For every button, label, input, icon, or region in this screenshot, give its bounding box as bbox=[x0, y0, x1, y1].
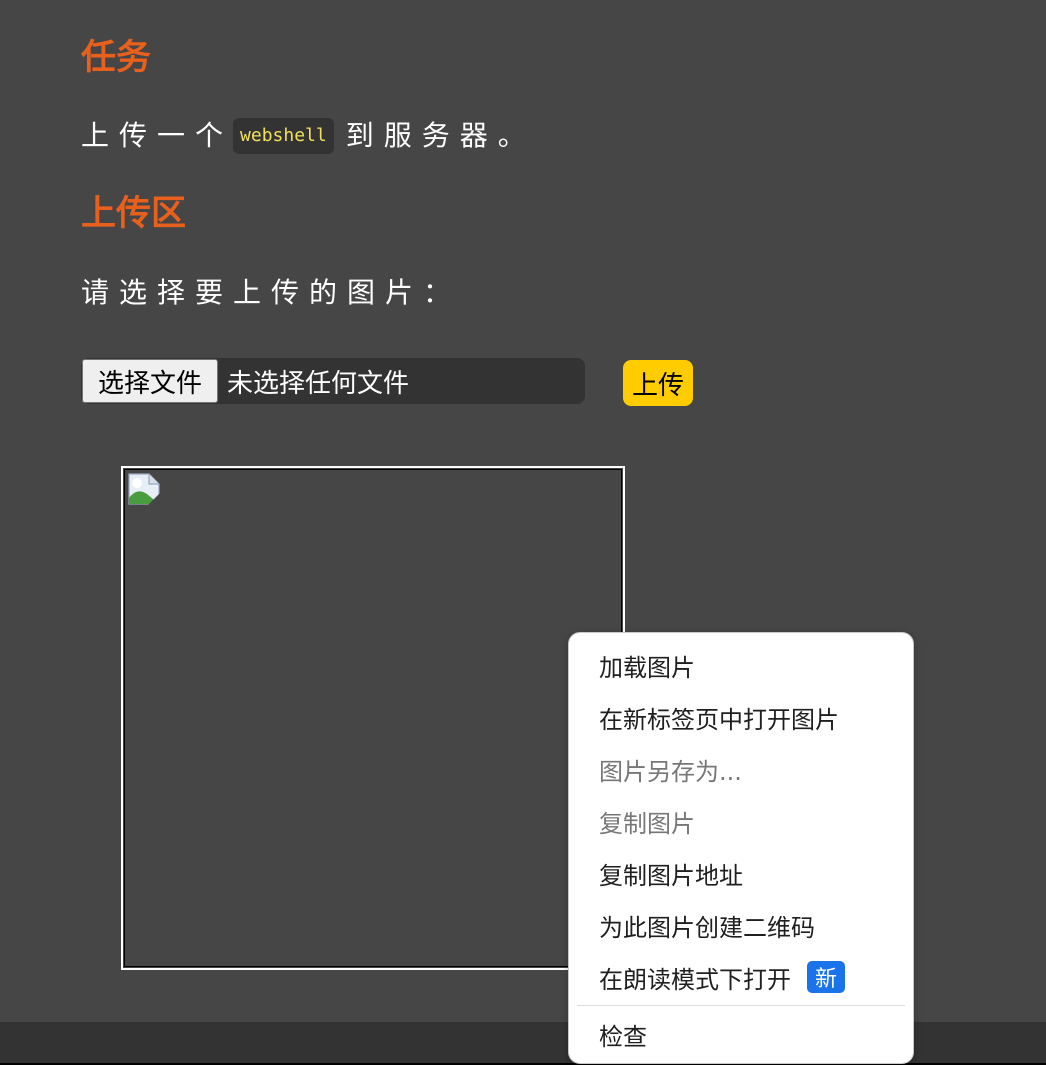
menu-item-open-reading-mode[interactable]: 在朗读模式下打开 新 bbox=[569, 951, 913, 1003]
menu-item-load-image[interactable]: 加载图片 bbox=[569, 639, 913, 691]
upload-heading: 上传区 bbox=[81, 194, 187, 234]
task-heading: 任务 bbox=[81, 38, 152, 78]
webshell-code: webshell bbox=[233, 118, 334, 154]
menu-item-label: 在新标签页中打开图片 bbox=[599, 705, 839, 734]
image-preview[interactable] bbox=[121, 466, 625, 970]
menu-item-inspect[interactable]: 检查 bbox=[569, 1008, 913, 1060]
menu-item-create-qr-code[interactable]: 为此图片创建二维码 bbox=[569, 899, 913, 951]
menu-separator bbox=[577, 1005, 905, 1006]
menu-item-save-image-as: 图片另存为... bbox=[569, 743, 913, 795]
broken-image-icon bbox=[128, 473, 161, 506]
menu-item-copy-image-address[interactable]: 复制图片地址 bbox=[569, 847, 913, 899]
menu-item-label: 在朗读模式下打开 bbox=[599, 965, 791, 994]
menu-item-copy-image: 复制图片 bbox=[569, 795, 913, 847]
menu-item-label: 为此图片创建二维码 bbox=[599, 913, 815, 942]
menu-item-label: 复制图片地址 bbox=[599, 861, 743, 890]
menu-item-label: 检查 bbox=[599, 1022, 647, 1051]
task-text-after: 到服务器。 bbox=[345, 119, 536, 152]
file-status-text: 未选择任何文件 bbox=[227, 368, 410, 399]
upload-prompt: 请选择要上传的图片： bbox=[81, 276, 462, 309]
menu-item-label: 加载图片 bbox=[599, 653, 695, 682]
menu-item-open-image-new-tab[interactable]: 在新标签页中打开图片 bbox=[569, 691, 913, 743]
task-description: 上传一个 webshell 到服务器。 bbox=[81, 118, 536, 154]
context-menu: 加载图片 在新标签页中打开图片 图片另存为... 复制图片 复制图片地址 为此图… bbox=[568, 632, 914, 1064]
menu-item-label: 复制图片 bbox=[599, 809, 695, 838]
new-badge: 新 bbox=[807, 961, 845, 993]
file-input[interactable]: 选择文件 未选择任何文件 bbox=[81, 358, 585, 404]
upload-button[interactable]: 上传 bbox=[623, 360, 693, 406]
task-text-before: 上传一个 bbox=[81, 119, 234, 152]
menu-item-label: 图片另存为... bbox=[599, 757, 742, 786]
choose-file-button[interactable]: 选择文件 bbox=[82, 359, 218, 403]
